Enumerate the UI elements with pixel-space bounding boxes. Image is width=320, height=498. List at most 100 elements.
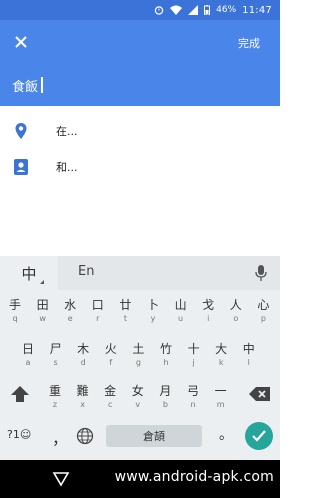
key-c-latin: c xyxy=(107,400,113,409)
symbols-key[interactable]: ?1☺ xyxy=(7,428,31,441)
key-q[interactable]: 手q xyxy=(2,292,28,332)
key-m-latin: m xyxy=(216,400,225,409)
key-p-radical: 心 xyxy=(257,298,270,312)
suggestions-list: 在... 和... xyxy=(0,106,280,256)
key-g-latin: g xyxy=(135,358,141,367)
globe-icon[interactable] xyxy=(76,427,94,445)
key-r[interactable]: 口r xyxy=(85,292,111,332)
key-i-radical: 戈 xyxy=(202,298,215,312)
key-j[interactable]: 十j xyxy=(181,336,207,376)
key-i[interactable]: 戈i xyxy=(195,292,221,332)
key-o-radical: 人 xyxy=(229,298,242,312)
key-a[interactable]: 日a xyxy=(15,336,41,376)
mode-menu-indicator-icon xyxy=(40,280,44,284)
checkmark-icon xyxy=(252,430,266,442)
key-l-latin: l xyxy=(247,358,250,367)
key-x-latin: x xyxy=(80,400,85,409)
key-t[interactable]: 廿t xyxy=(112,292,138,332)
key-h-radical: 竹 xyxy=(159,342,172,356)
chinese-mode-key[interactable]: 中 xyxy=(0,256,58,290)
key-k[interactable]: 大k xyxy=(208,336,234,376)
title-input[interactable]: 食飯 xyxy=(0,64,280,106)
key-l[interactable]: 中l xyxy=(236,336,262,376)
key-c-radical: 金 xyxy=(104,384,117,398)
key-w-radical: 田 xyxy=(36,298,49,312)
key-s-latin: s xyxy=(53,358,58,367)
wifi-icon xyxy=(170,5,183,15)
keyboard: 中 En 手q田w水e口r廿t卜y山u戈i人o心p 日a尸s木d火f土g竹h十j… xyxy=(0,256,280,460)
chinese-mode-label: 中 xyxy=(21,264,37,283)
key-q-latin: q xyxy=(12,314,18,323)
key-j-latin: j xyxy=(192,358,195,367)
key-u-radical: 山 xyxy=(174,298,187,312)
key-a-radical: 日 xyxy=(21,342,34,356)
title-input-text: 食飯 xyxy=(12,79,39,95)
key-d[interactable]: 木d xyxy=(70,336,96,376)
keyboard-bottom-row: ?1☺ ， 倉頡 。 xyxy=(0,419,280,455)
key-b-radical: 月 xyxy=(159,384,172,398)
key-s-radical: 尸 xyxy=(49,342,62,356)
suggestion-contact[interactable]: 和... xyxy=(0,150,280,184)
key-y-radical: 卜 xyxy=(146,298,159,312)
key-z[interactable]: 重z xyxy=(42,378,68,418)
back-icon[interactable] xyxy=(52,470,70,488)
enter-key[interactable] xyxy=(245,422,273,450)
key-n-radical: 弓 xyxy=(186,384,199,398)
suggestion-location[interactable]: 在... xyxy=(0,114,280,148)
contact-card-icon xyxy=(14,159,28,175)
key-t-radical: 廿 xyxy=(119,298,132,312)
space-key[interactable]: 倉頡 xyxy=(106,425,202,447)
key-o[interactable]: 人o xyxy=(223,292,249,332)
watermark: www.android-apk.com xyxy=(114,469,274,485)
shift-key[interactable] xyxy=(8,382,32,406)
done-button[interactable]: 完成 xyxy=(238,35,260,51)
close-icon xyxy=(15,36,27,48)
close-button[interactable] xyxy=(10,31,32,53)
key-e-radical: 水 xyxy=(64,298,77,312)
signal-icon xyxy=(188,5,199,15)
app-bar: 完成 xyxy=(0,20,280,64)
text-cursor xyxy=(41,77,43,93)
key-v-latin: v xyxy=(135,400,141,409)
key-z-radical: 重 xyxy=(48,384,61,398)
period-key[interactable]: 。 xyxy=(219,424,233,444)
microphone-icon[interactable] xyxy=(254,265,268,281)
key-g[interactable]: 土g xyxy=(125,336,151,376)
key-v[interactable]: 女v xyxy=(125,378,151,418)
key-u[interactable]: 山u xyxy=(168,292,194,332)
suggestion-contact-label: 和... xyxy=(56,161,78,174)
backspace-key[interactable] xyxy=(248,382,272,406)
key-c[interactable]: 金c xyxy=(97,378,123,418)
key-b[interactable]: 月b xyxy=(152,378,178,418)
battery-icon xyxy=(204,5,211,15)
key-e[interactable]: 水e xyxy=(57,292,83,332)
key-g-radical: 土 xyxy=(132,342,145,356)
location-pin-icon xyxy=(15,123,27,139)
key-s[interactable]: 尸s xyxy=(43,336,69,376)
key-t-latin: t xyxy=(123,314,127,323)
key-n[interactable]: 弓n xyxy=(180,378,206,418)
battery-percent: 46% xyxy=(216,5,237,15)
key-q-radical: 手 xyxy=(8,298,21,312)
key-b-latin: b xyxy=(162,400,168,409)
navigation-bar: www.android-apk.com xyxy=(0,460,280,498)
key-h[interactable]: 竹h xyxy=(153,336,179,376)
suggestion-location-label: 在... xyxy=(56,125,78,138)
key-w-latin: w xyxy=(39,314,46,323)
key-e-latin: e xyxy=(67,314,73,323)
key-p[interactable]: 心p xyxy=(250,292,276,332)
key-z-latin: z xyxy=(52,400,58,409)
key-m[interactable]: 一m xyxy=(208,378,234,418)
comma-key[interactable]: ， xyxy=(52,425,68,449)
key-p-latin: p xyxy=(260,314,266,323)
english-mode-key[interactable]: En xyxy=(78,264,94,279)
key-r-latin: r xyxy=(96,314,100,323)
key-y[interactable]: 卜y xyxy=(140,292,166,332)
key-h-latin: h xyxy=(163,358,169,367)
key-w[interactable]: 田w xyxy=(30,292,56,332)
key-x[interactable]: 難x xyxy=(70,378,96,418)
key-u-latin: u xyxy=(178,314,184,323)
space-key-label: 倉頡 xyxy=(143,430,165,443)
key-v-radical: 女 xyxy=(131,384,144,398)
key-f[interactable]: 火f xyxy=(98,336,124,376)
